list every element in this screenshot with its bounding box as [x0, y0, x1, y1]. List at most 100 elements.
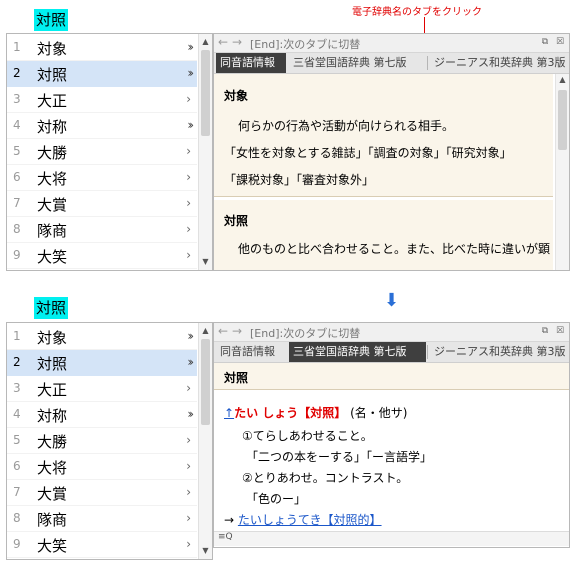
chevron-right-icon: › — [186, 196, 191, 210]
scroll-up-icon[interactable]: ▲ — [556, 74, 569, 86]
dictionary-header: 対照 — [214, 363, 569, 390]
entry-title: 対照 — [224, 214, 249, 228]
scroll-down-icon[interactable]: ▼ — [199, 545, 212, 557]
candidate-item[interactable]: 7 大賞 › — [7, 191, 197, 217]
annotation-text: 電子辞典名のタブをクリック — [352, 7, 482, 18]
candidate-item[interactable]: 8 隊商 › — [7, 506, 197, 532]
scroll-up-icon[interactable]: ▲ — [199, 36, 212, 48]
candidate-item[interactable]: 3 大正 › — [7, 376, 197, 402]
dictionary-window: ← → [End]:次のタブに切替 ⧉ ☒ 同音語情報 三省堂国語辞典 第七版 … — [213, 33, 570, 271]
candidate-item[interactable]: 1 対象 ›› — [7, 324, 197, 350]
close-icon[interactable]: ☒ — [554, 36, 566, 48]
tab-homophone-info[interactable]: 同音語情報 — [216, 53, 286, 73]
candidate-item[interactable]: 7 大賞 › — [7, 480, 197, 506]
double-chevron-icon: ›› — [187, 329, 193, 343]
candidate-item[interactable]: 4 対称 ›› — [7, 113, 197, 139]
popout-icon[interactable]: ⧉ — [539, 325, 551, 337]
tab-sanseido-dictionary[interactable]: 三省堂国語辞典 第七版 — [289, 342, 426, 362]
headword: たい しょう【対照】 — [234, 406, 347, 420]
candidate-item[interactable]: 3 大正 › — [7, 87, 197, 113]
scroll-thumb[interactable] — [201, 50, 210, 136]
chevron-right-icon: › — [186, 459, 191, 473]
candidate-window: 1 対象 ›› 2 対照 ›› 3 大正 › 4 対称 ›› 5 大勝 › 6 大将 › 7 大賞 › 8隊… — [6, 322, 213, 560]
entry-line: 「女性を対象とする雑誌」「調査の対象」「研究対象」 — [224, 146, 512, 160]
candidate-item[interactable]: 6 大将 › — [7, 165, 197, 191]
definition-line: ②とりあわせ。コントラスト。 — [242, 471, 409, 485]
arrow-down-icon: ⬇ — [384, 290, 400, 311]
candidate-item[interactable]: 8 隊商 › — [7, 217, 197, 243]
entry-line: 他のものと比べ合わせること。また、比べた時に違いが顕 — [238, 242, 551, 256]
forward-arrow-icon[interactable]: → — [232, 324, 242, 338]
double-chevron-icon: ›› — [187, 407, 193, 421]
double-chevron-icon: ›› — [187, 40, 193, 54]
xref-arrow: → — [224, 513, 235, 527]
candidate-list: 1 対象 ›› 2 対照 ›› 3 大正 › 4 対称 ›› 5 大勝 › 6 大将 › 7 大賞 › 8隊… — [7, 35, 197, 269]
candidate-item[interactable]: 4 対称 ›› — [7, 402, 197, 428]
candidate-item-selected[interactable]: 2 対照 ›› — [7, 350, 197, 376]
candidate-item-selected[interactable]: 2 対照 ›› — [7, 61, 197, 87]
candidate-item[interactable]: 5 大勝 › — [7, 139, 197, 165]
back-arrow-icon[interactable]: ← — [218, 35, 228, 49]
scroll-down-icon[interactable]: ▼ — [199, 256, 212, 268]
part-of-speech: (名・他サ) — [350, 406, 408, 420]
tab-divider — [427, 345, 428, 359]
candidate-item[interactable]: 9 大笑 › — [7, 243, 197, 269]
chevron-right-icon: › — [186, 170, 191, 184]
tab-switch-hint: [End]:次のタブに切替 — [250, 327, 361, 340]
xref-link[interactable]: たいしょうてき【対照的】 — [238, 513, 382, 527]
homophone-entry: 対象 何らかの行為や活動が向けられる相手。 「女性を対象とする雑誌」「調査の対象… — [214, 74, 553, 197]
chevron-right-icon: › — [186, 433, 191, 447]
tab-divider — [427, 56, 428, 70]
chevron-right-icon: › — [186, 381, 191, 395]
entry-line: 「課税対象」「審査対象外」 — [224, 173, 375, 187]
scroll-thumb[interactable] — [201, 339, 210, 425]
back-arrow-icon[interactable]: ← — [218, 324, 228, 338]
double-chevron-icon: ›› — [187, 355, 193, 369]
chevron-right-icon: › — [186, 248, 191, 262]
dictionary-toolbar: ← → [End]:次のタブに切替 ⧉ ☒ — [214, 323, 569, 342]
dictionary-tabs: 同音語情報 三省堂国語辞典 第七版 ジーニアス和英辞典 第3版 — [214, 53, 569, 74]
definition-line: 「色のー」 — [246, 492, 307, 506]
tab-switch-hint: [End]:次のタブに切替 — [250, 38, 361, 51]
dictionary-statusbar: ≡Q — [214, 531, 569, 546]
definition-headline: ↑たい しょう【対照】 (名・他サ) — [224, 404, 407, 421]
double-chevron-icon: ›› — [187, 118, 193, 132]
chevron-right-icon: › — [186, 485, 191, 499]
entry-title: 対象 — [224, 89, 249, 103]
dictionary-toolbar: ← → [End]:次のタブに切替 ⧉ ☒ — [214, 34, 569, 53]
dictionary-scrollbar[interactable]: ▲ — [555, 74, 569, 270]
search-icon[interactable]: ≡Q — [218, 532, 233, 542]
candidate-item[interactable]: 9 大笑 › — [7, 532, 197, 558]
reading-text: 対照 — [34, 297, 69, 319]
tab-genius-dictionary[interactable]: ジーニアス和英辞典 第3版 — [430, 53, 566, 73]
tab-genius-dictionary[interactable]: ジーニアス和英辞典 第3版 — [430, 342, 566, 362]
candidate-window: 1 対象 ›› 2 対照 ›› 3 大正 › 4 対称 ›› 5 大勝 › 6 大将 › 7 大賞 › 8隊… — [6, 33, 213, 271]
forward-arrow-icon[interactable]: → — [232, 35, 242, 49]
definition-line: ①てらしあわせること。 — [242, 429, 373, 443]
double-chevron-icon: ›› — [187, 66, 193, 80]
chevron-right-icon: › — [186, 222, 191, 236]
candidate-scrollbar[interactable]: ▲ ▼ — [198, 34, 212, 270]
dictionary-window: ← → [End]:次のタブに切替 ⧉ ☒ 同音語情報 三省堂国語辞典 第七版 … — [213, 322, 570, 548]
chevron-right-icon: › — [186, 144, 191, 158]
entry-line: 何らかの行為や活動が向けられる相手。 — [238, 119, 455, 133]
reading-text: 対照 — [34, 9, 69, 31]
candidate-item[interactable]: 5 大勝 › — [7, 428, 197, 454]
back-link-icon[interactable]: ↑ — [224, 406, 234, 420]
popout-icon[interactable]: ⧉ — [539, 36, 551, 48]
tab-homophone-info[interactable]: 同音語情報 — [216, 342, 286, 362]
candidate-item[interactable]: 1 対象 ›› — [7, 35, 197, 61]
scroll-up-icon[interactable]: ▲ — [199, 325, 212, 337]
headword-title: 対照 — [224, 371, 249, 385]
scroll-thumb[interactable] — [558, 90, 567, 150]
dictionary-tabs: 同音語情報 三省堂国語辞典 第七版 ジーニアス和英辞典 第3版 — [214, 342, 569, 363]
candidate-list: 1 対象 ›› 2 対照 ›› 3 大正 › 4 対称 ›› 5 大勝 › 6 大将 › 7 大賞 › 8隊… — [7, 324, 197, 558]
candidate-scrollbar[interactable]: ▲ ▼ — [198, 323, 212, 559]
close-icon[interactable]: ☒ — [554, 325, 566, 337]
homophone-entry: 対照 他のものと比べ合わせること。また、比べた時に違いが顕 — [214, 200, 553, 270]
chevron-right-icon: › — [186, 92, 191, 106]
candidate-item[interactable]: 6 大将 › — [7, 454, 197, 480]
definition-line: 「二つの本をーする」「ー言語学」 — [246, 450, 433, 464]
chevron-right-icon: › — [186, 537, 191, 551]
tab-sanseido-dictionary[interactable]: 三省堂国語辞典 第七版 — [289, 53, 426, 73]
